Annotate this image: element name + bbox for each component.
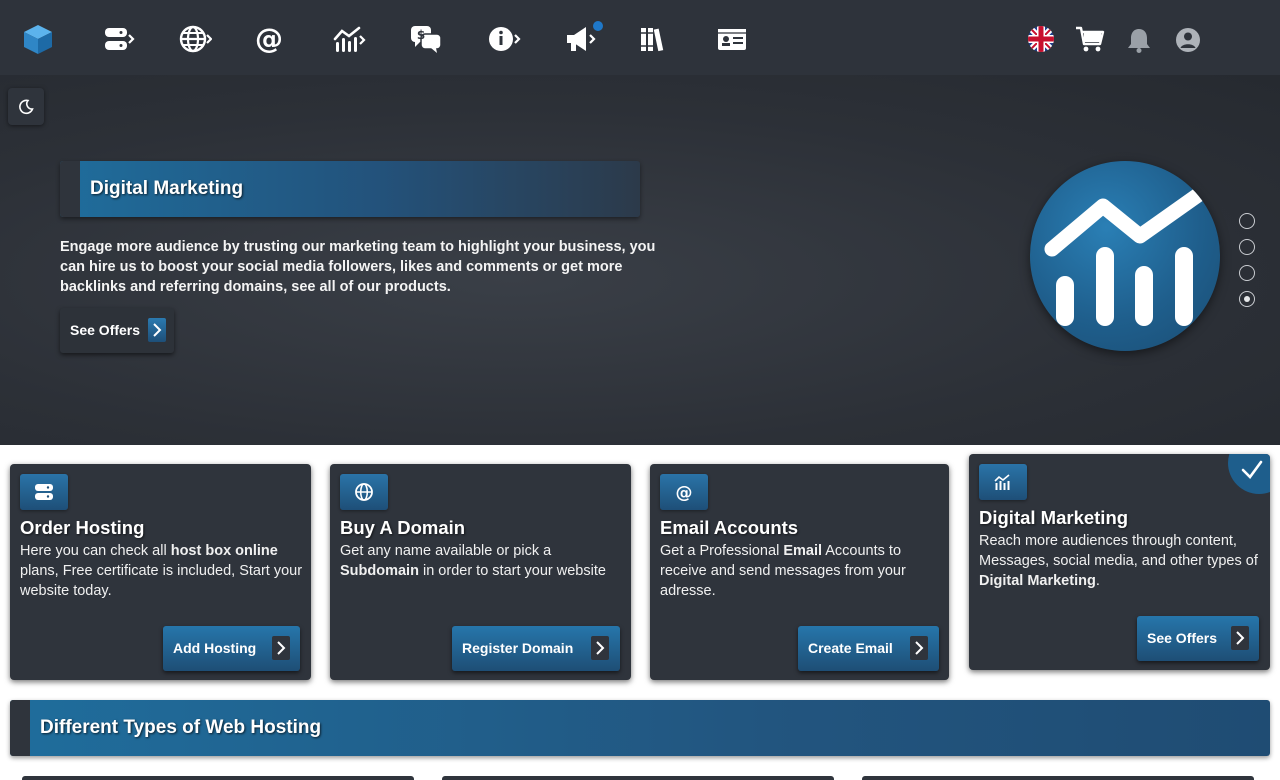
check-icon — [1241, 460, 1263, 479]
chevron-right-icon — [148, 318, 166, 342]
card-description: Get any name available or pick a Subdoma… — [340, 543, 606, 579]
section-header: Different Types of Web Hosting — [10, 700, 1270, 756]
slide-dot-2[interactable] — [1239, 239, 1255, 255]
hero-title: Digital Marketing — [90, 178, 244, 199]
selected-check-badge — [1228, 454, 1270, 494]
slide-dot-3[interactable] — [1239, 265, 1255, 281]
card-email-accounts: @ Email Accounts Get a Professional Emai… — [650, 464, 949, 680]
card-title: Email Accounts — [660, 517, 799, 538]
hosting-card-peek — [22, 776, 414, 780]
card-title: Buy A Domain — [340, 517, 466, 538]
cart-icon[interactable] — [1070, 19, 1110, 59]
card-description: Here you can check all host box online p… — [20, 543, 303, 599]
globe-icon[interactable] — [175, 19, 215, 59]
library-icon[interactable] — [634, 19, 674, 59]
section-title: Different Types of Web Hosting — [40, 717, 322, 738]
card-order-hosting: Order Hosting Here you can check all hos… — [10, 464, 311, 680]
top-navigation-bar: @ $ — [0, 0, 1280, 75]
hero-description: Engage more audience by trusting our mar… — [60, 239, 656, 295]
cube-logo-icon[interactable] — [18, 19, 58, 59]
button-label: Create Email — [808, 640, 893, 656]
chart-icon[interactable] — [329, 19, 369, 59]
chevron-right-icon — [591, 636, 609, 660]
at-sign-icon[interactable]: @ — [249, 19, 289, 59]
hosting-card-peek — [862, 776, 1254, 780]
dollar-chat-icon[interactable]: $ — [406, 19, 446, 59]
chevron-right-icon — [910, 636, 928, 660]
card-title: Digital Marketing — [979, 507, 1129, 528]
button-label: Add Hosting — [173, 640, 257, 656]
register-domain-button[interactable]: Register Domain — [452, 626, 620, 671]
uk-flag-icon[interactable] — [1021, 19, 1061, 59]
card-description: Reach more audiences through content, Me… — [979, 533, 1258, 589]
server-icon — [20, 474, 68, 510]
moon-icon — [19, 99, 34, 114]
svg-text:@: @ — [255, 22, 283, 55]
at-sign-icon: @ — [660, 474, 708, 510]
globe-icon — [340, 474, 388, 510]
info-icon[interactable] — [484, 19, 524, 59]
card-description: Get a Professional Email Accounts to rec… — [660, 543, 906, 599]
card-digital-marketing: Digital Marketing Reach more audiences t… — [969, 454, 1270, 670]
add-hosting-button[interactable]: Add Hosting — [163, 626, 300, 671]
chevron-right-icon — [272, 636, 290, 660]
button-label: Register Domain — [462, 640, 574, 656]
chevron-right-icon — [1231, 626, 1249, 650]
hosting-card-peek — [442, 776, 834, 780]
chart-icon — [979, 464, 1027, 500]
slide-dot-4-active[interactable] — [1239, 291, 1255, 307]
bell-icon[interactable] — [1119, 19, 1159, 59]
theme-toggle-button[interactable] — [8, 88, 44, 125]
hero-button-label: See Offers — [70, 322, 141, 338]
svg-text:@: @ — [676, 483, 693, 502]
see-offers-button[interactable]: See Offers — [1137, 616, 1259, 661]
create-email-button[interactable]: Create Email — [798, 626, 939, 671]
svg-text:$: $ — [417, 28, 425, 42]
server-icon[interactable] — [98, 19, 138, 59]
hero-see-offers-button[interactable]: See Offers — [60, 308, 174, 353]
hero-title-bar: Digital Marketing — [60, 161, 640, 217]
user-icon[interactable] — [1165, 19, 1205, 59]
card-buy-domain: Buy A Domain Get any name available or p… — [330, 464, 631, 680]
notification-dot — [592, 20, 604, 32]
card-title: Order Hosting — [20, 517, 145, 538]
id-card-icon[interactable] — [712, 19, 752, 59]
marketing-chart-illustration — [1030, 161, 1220, 351]
button-label: See Offers — [1147, 630, 1218, 646]
slide-dot-1[interactable] — [1239, 213, 1255, 229]
hero-slider: Digital Marketing Engage more audience b… — [0, 75, 1280, 445]
